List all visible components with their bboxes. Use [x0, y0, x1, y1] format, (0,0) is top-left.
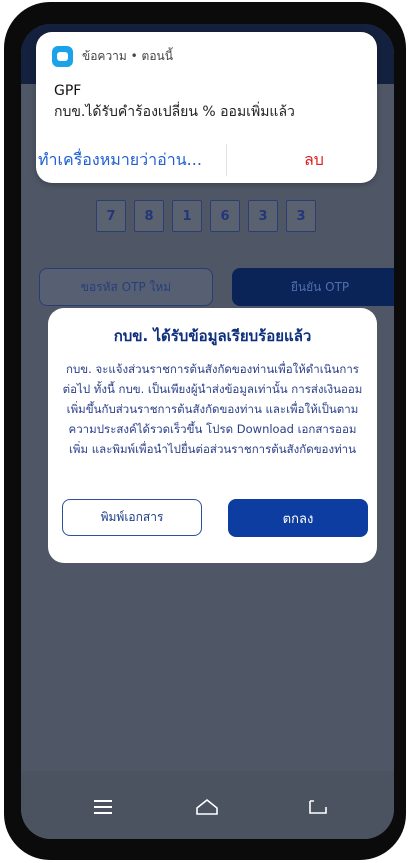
phone-frame: 7 8 1 6 3 3 ขอรหัส OTP ใหม่ ยืนยัน OTP ก… [4, 2, 406, 860]
otp-digits: 7 8 1 6 3 3 [96, 200, 316, 232]
action-divider [226, 144, 227, 176]
menu-icon[interactable] [83, 789, 123, 825]
home-icon[interactable] [187, 789, 227, 825]
back-icon[interactable] [297, 789, 337, 825]
resend-otp-button[interactable]: ขอรหัส OTP ใหม่ [39, 268, 213, 306]
confirm-otp-button[interactable]: ยืนยัน OTP [232, 268, 394, 306]
mark-as-read-action[interactable]: ทำเครื่องหมายว่าอ่าน... [38, 148, 202, 173]
ok-button[interactable]: ตกลง [228, 499, 368, 537]
otp-digit[interactable]: 3 [286, 200, 316, 232]
notification-body: กบข.ได้รับคำร้องเปลี่ยน % ออมเพิ่มแล้ว [54, 104, 295, 120]
screen: 7 8 1 6 3 3 ขอรหัส OTP ใหม่ ยืนยัน OTP ก… [21, 24, 394, 839]
success-dialog: กบข. ได้รับข้อมูลเรียบร้อยแล้ว กบข. จะแจ… [48, 308, 377, 563]
messages-app-icon [52, 46, 73, 67]
system-navigation-bar [21, 771, 394, 839]
otp-digit[interactable]: 1 [172, 200, 202, 232]
dialog-title: กบข. ได้รับข้อมูลเรียบร้อยแล้ว [113, 327, 312, 345]
otp-digit[interactable]: 8 [134, 200, 164, 232]
notification-card[interactable]: ข้อความ • ตอนนี้ GPF กบข.ได้รับคำร้องเปล… [36, 32, 377, 183]
print-document-button[interactable]: พิมพ์เอกสาร [62, 499, 202, 536]
otp-digit[interactable]: 7 [96, 200, 126, 232]
notification-title: GPF [54, 83, 82, 99]
notification-source: ข้อความ • ตอนนี้ [82, 49, 173, 63]
otp-digit[interactable]: 6 [210, 200, 240, 232]
notification-header: ข้อความ • ตอนนี้ [52, 46, 173, 67]
delete-action[interactable]: ลบ [304, 148, 324, 173]
otp-digit[interactable]: 3 [248, 200, 278, 232]
dialog-message: กบข. จะแจ้งส่วนราชการต้นสังกัดของท่านเพื… [62, 362, 363, 456]
